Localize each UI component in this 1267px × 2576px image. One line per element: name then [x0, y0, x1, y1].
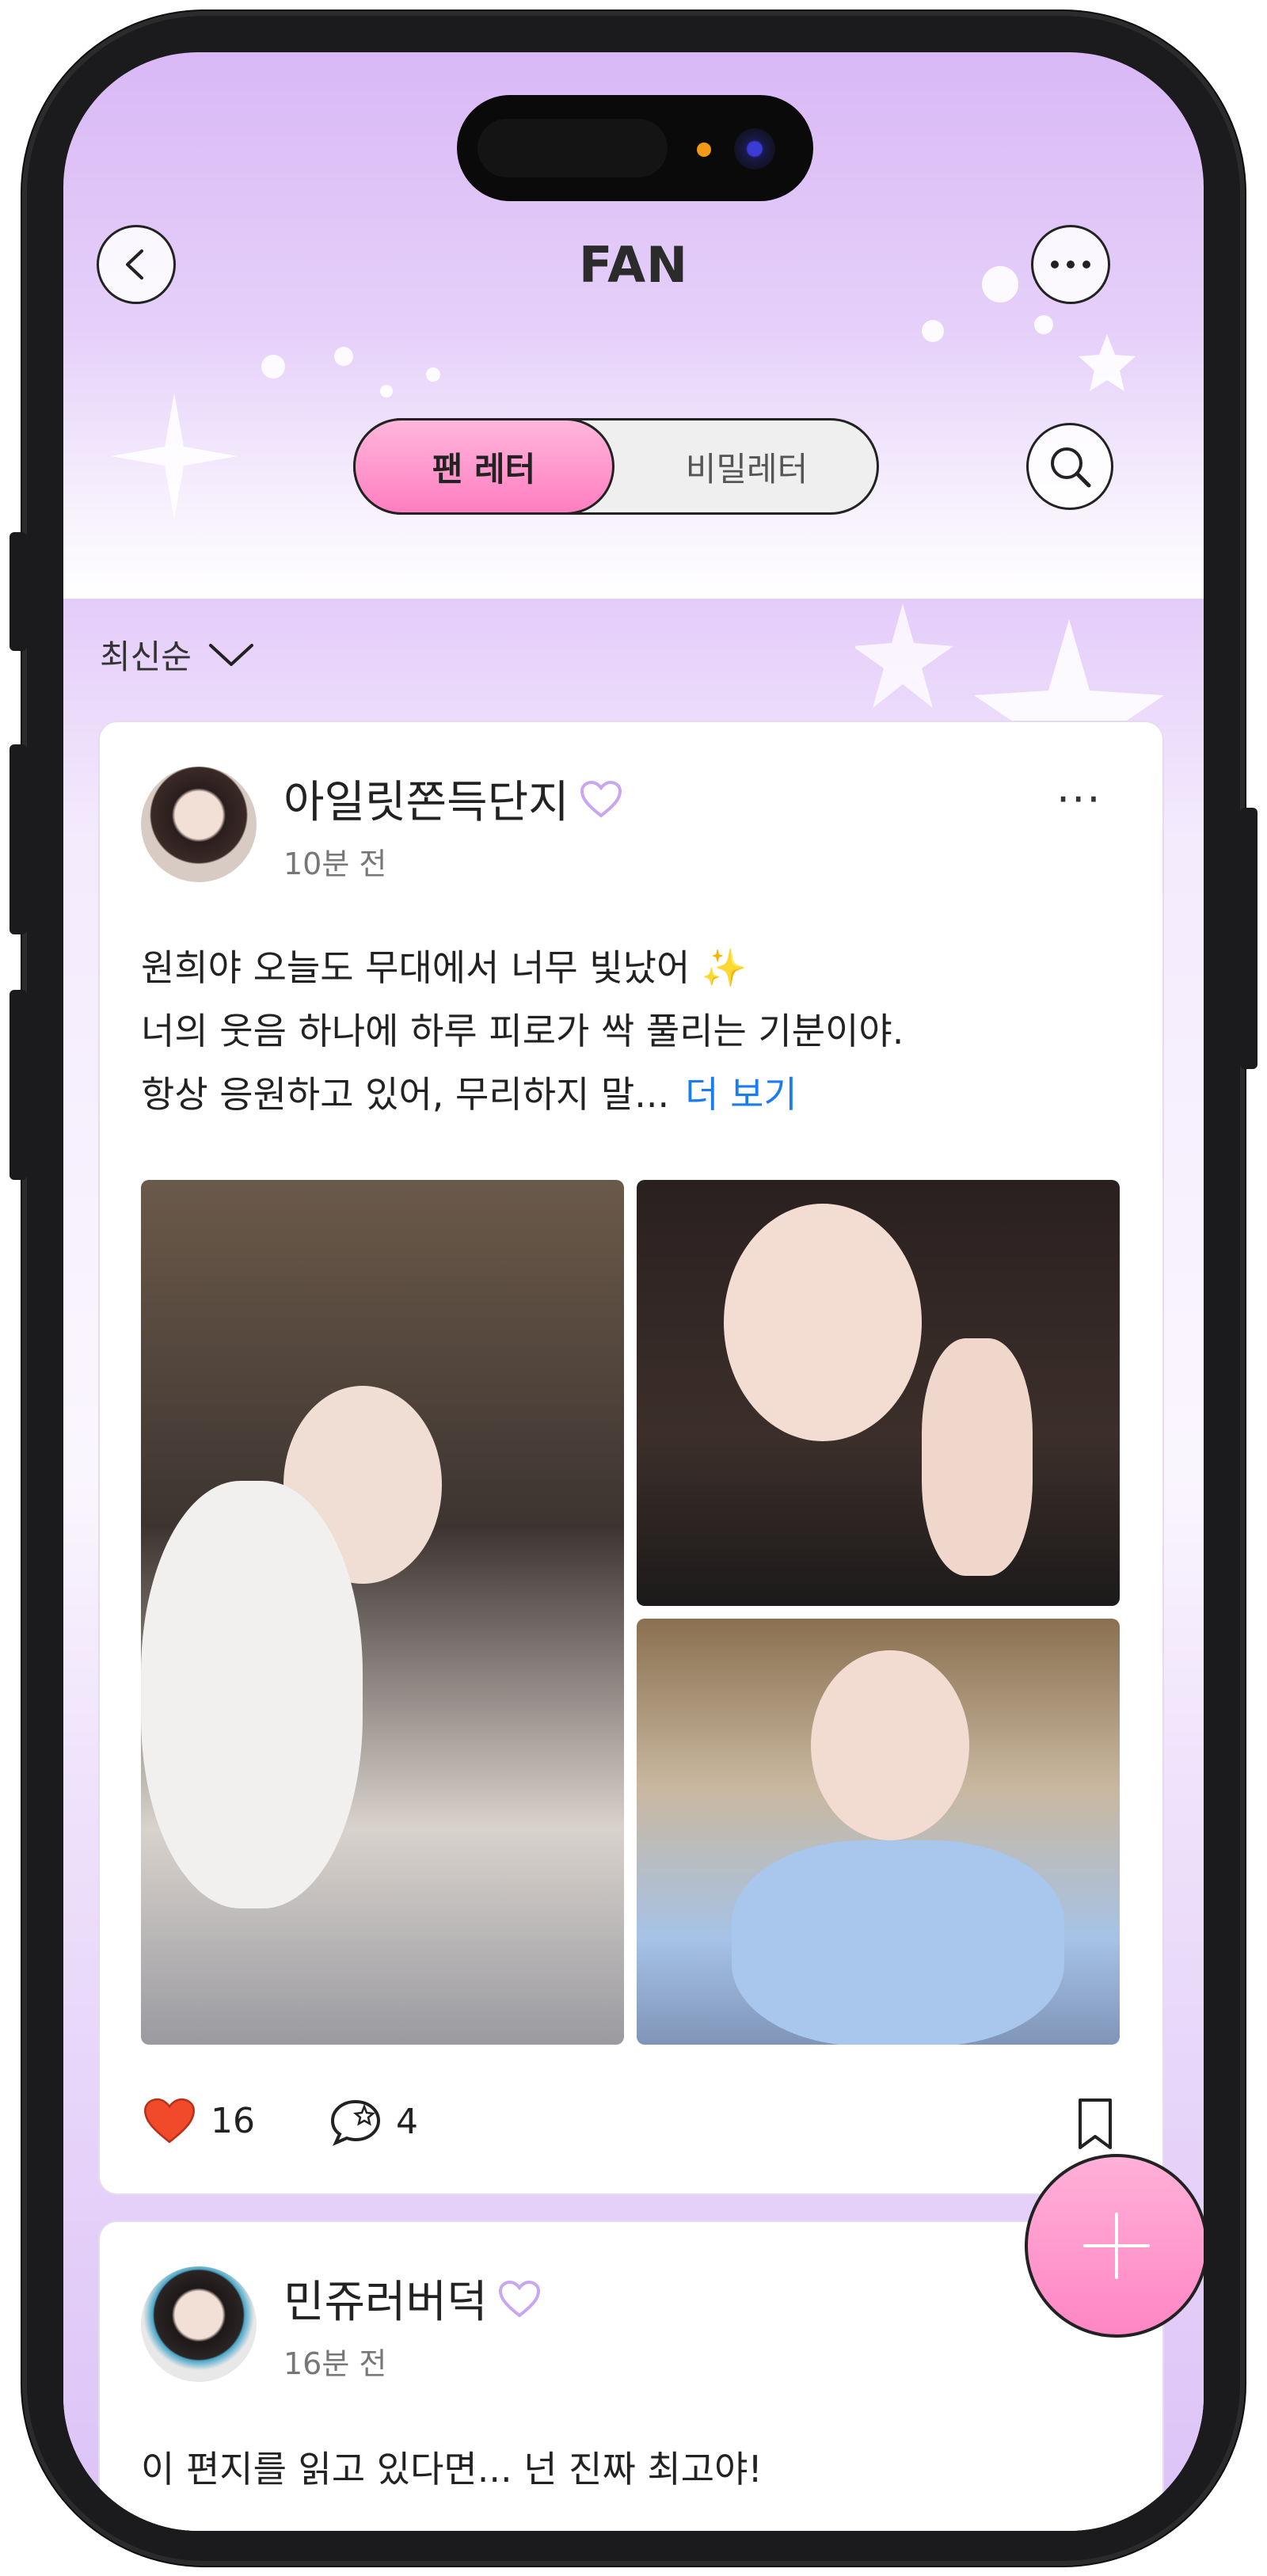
- post-photo[interactable]: [637, 1180, 1120, 1606]
- username[interactable]: 아일릿쫀득단지: [283, 767, 623, 831]
- search-button[interactable]: [1026, 423, 1113, 510]
- heart-outline-icon: [498, 2280, 540, 2318]
- star-icon: [1079, 334, 1136, 391]
- avatar[interactable]: [141, 2266, 257, 2382]
- heart-outline-icon: [580, 780, 622, 818]
- sparkle-icon: [1034, 315, 1053, 334]
- post-line: 항상 응원하고 있어, 무리하지 말... 더 보기: [141, 1073, 797, 1116]
- sparkle-icon: [426, 367, 440, 382]
- comment-count: 4: [396, 2101, 418, 2142]
- post-time: 16분 전: [283, 2346, 387, 2381]
- more-options-button[interactable]: [1031, 225, 1110, 304]
- camera-icon: [734, 128, 775, 169]
- post-card[interactable]: 민쥬러버덕 16분 전 ··· 이 편지를 읽고 있다면... 넌 진짜 최고야…: [100, 2222, 1162, 2531]
- power-button: [1240, 808, 1257, 1069]
- post-photo[interactable]: [637, 1619, 1120, 2045]
- post-photo[interactable]: [141, 1180, 624, 2045]
- username[interactable]: 민쥬러버덕: [283, 2266, 542, 2331]
- comment-button[interactable]: 4: [328, 2095, 418, 2148]
- avatar[interactable]: [141, 767, 257, 882]
- heart-filled-icon: [143, 2098, 196, 2144]
- search-icon: [1051, 447, 1091, 488]
- action-button: [10, 532, 27, 651]
- sparkle-icon: [261, 355, 285, 379]
- post-card[interactable]: 아일릿쫀득단지 10분 전 ··· 원희야 오늘도 무대에서 너무 빛났어 ✨ …: [100, 722, 1162, 2194]
- chevron-down-icon: [208, 643, 253, 666]
- screen-content: FAN 팬 레터 비밀레터 최신순 아일릿쫀득단지 10분 전 ··· 원희야 …: [63, 52, 1204, 2531]
- post-line: 원희야 오늘도 무대에서 너무 빛났어 ✨: [141, 946, 748, 989]
- bookmark-icon[interactable]: [1074, 2097, 1117, 2152]
- ellipsis-icon: [1051, 261, 1090, 268]
- post-line: 이 편지를 읽고 있다면... 넌 진짜 최고야!: [141, 2448, 763, 2490]
- tab-fan-letter[interactable]: 팬 레터: [353, 418, 614, 515]
- sort-dropdown[interactable]: 최신순: [100, 630, 255, 679]
- volume-up-button: [10, 744, 27, 934]
- post-body: 원희야 오늘도 무대에서 너무 빛났어 ✨ 너의 웃음 하나에 하루 피로가 싹…: [141, 936, 1123, 1126]
- sparkle-icon: [334, 347, 353, 366]
- plus-icon: [1083, 2213, 1150, 2279]
- compose-button[interactable]: [1025, 2154, 1204, 2338]
- post-body: 이 편지를 읽고 있다면... 넌 진짜 최고야!: [141, 2437, 1123, 2501]
- post-line: 너의 웃음 하나에 하루 피로가 싹 풀리는 기분이야.: [141, 1010, 904, 1052]
- sort-label: 최신순: [100, 637, 192, 676]
- sparkle-icon: [380, 385, 393, 398]
- post-time: 10분 전: [283, 847, 387, 881]
- sparkle-icon: [922, 320, 944, 342]
- volume-down-button: [10, 990, 27, 1180]
- like-count: 16: [211, 2100, 255, 2141]
- tab-secret-letter[interactable]: 비밀레터: [617, 420, 877, 512]
- post-more-button[interactable]: ···: [1056, 774, 1102, 824]
- like-button[interactable]: 16: [141, 2095, 255, 2146]
- star-burst-icon: [111, 393, 238, 519]
- letter-type-toggle[interactable]: 팬 레터 비밀레터: [353, 418, 879, 515]
- comment-icon: [330, 2099, 381, 2146]
- see-more-link[interactable]: 더 보기: [685, 1073, 797, 1116]
- dynamic-island: [457, 95, 813, 201]
